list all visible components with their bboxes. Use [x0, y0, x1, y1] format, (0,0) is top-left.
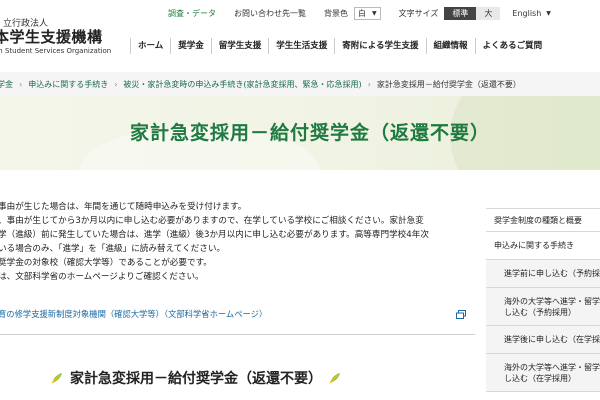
breadcrumb-item[interactable]: 学金 [0, 79, 13, 90]
breadcrumb-current: 家計急変採用－給付奨学金（返還不要） [376, 79, 521, 89]
main-content: 事由が生じた場合は、年間を通じて随時申込みを受け付けます。 、事由が生じてから3… [0, 200, 475, 284]
nav-item-international[interactable]: 留学生支援 [210, 38, 269, 54]
section-divider [0, 334, 475, 335]
font-size-control: 文字サイズ 標準 大 [398, 6, 501, 20]
bg-color-label: 背景色 [324, 8, 348, 18]
breadcrumb-item[interactable]: 被災・家計急変時の申込み手続き(家計急変採用、緊急・応急採用) [123, 79, 361, 90]
body-text-line: 学（進級）前に発生していた場合は、進学（進級）後3か月以内に申し込む必要がありま… [0, 230, 429, 240]
page-title: 家計急変採用－給付奨学金（返還不要） [130, 122, 491, 144]
sidebar-nav: 奨学金制度の種類と概要 申込みに関する手続き 進学前に申し込む（予約採 海外の大… [486, 200, 600, 400]
external-link-icon [456, 310, 466, 319]
nav-item-faq[interactable]: よくあるご質問 [474, 38, 550, 54]
sidebar-item-overview[interactable]: 奨学金制度の種類と概要 [486, 208, 600, 232]
page-title-band: 家計急変採用－給付奨学金（返還不要） [0, 96, 600, 170]
logo-line-3: an Student Services Organization [0, 47, 112, 55]
body-text-line: 、事由が生じてから3か月以内に申し込む必要がありますので、在学している学校にご相… [0, 216, 424, 226]
contact-list-link[interactable]: お問い合わせ先一覧 [234, 8, 306, 19]
font-size-standard-button[interactable]: 標準 [444, 6, 477, 20]
leaf-decoration-icon [329, 373, 340, 384]
nav-item-organization[interactable]: 組織情報 [425, 38, 475, 54]
chevron-down-icon: ▼ [372, 9, 377, 17]
breadcrumb: 学金 › 申込みに関する手続き › 被災・家計急変時の申込み手続き(家計急変採用… [0, 72, 600, 96]
bg-color-select[interactable]: 白 ▼ [354, 6, 381, 20]
nav-item-scholarship[interactable]: 奨学金 [170, 38, 211, 54]
sidebar-item-overseas-reservation[interactable]: 海外の大学等へ進学・留学し込む（予約採用） [486, 288, 600, 326]
font-size-label: 文字サイズ [398, 8, 439, 18]
site-logo[interactable]: 立行政法人 本学生支援機構 an Student Services Organi… [0, 16, 111, 55]
mext-confirmed-institutions-link[interactable]: 育の修学支援新制度対象機関（確認大学等）（文部科学省ホームページ） [0, 308, 470, 320]
body-text-line: 事由が生じた場合は、年間を通じて随時申込みを受け付けます。 [0, 202, 247, 212]
utility-bar: 調査・データ お問い合わせ先一覧 背景色 白 ▼ 文字サイズ 標準 大 Engl… [168, 6, 551, 20]
body-text-line: は、文部科学省のホームページよりご確認ください。 [0, 272, 204, 282]
nav-item-home[interactable]: ホーム [130, 38, 170, 54]
sidebar-item-reservation[interactable]: 進学前に申し込む（予約採 [486, 260, 600, 288]
body-text-line: 奨学金の対象校（確認大学等）であることが必要です。 [0, 258, 212, 268]
global-nav: ホーム 奨学金 留学生支援 学生生活支援 寄附による学生支援 組織情報 よくある… [130, 34, 600, 58]
research-data-link[interactable]: 調査・データ [168, 8, 216, 19]
sidebar-item-overseas-enrolled[interactable]: 海外の大学等へ進学・留学し込む（在学採用） [486, 354, 600, 392]
breadcrumb-item[interactable]: 申込みに関する手続き [28, 79, 108, 90]
chevron-right-icon: › [19, 79, 23, 89]
logo-line-2: 本学生支援機構 [0, 28, 103, 46]
section-heading: 家計急変採用－給付奨学金（返還不要） [50, 368, 342, 388]
leaf-decoration-icon [51, 373, 62, 384]
chevron-down-icon: ▼ [546, 9, 551, 17]
body-text-line: いる場合のみ、「進学」を「進級」に読み替えてください。 [0, 244, 226, 254]
nav-item-student-life[interactable]: 学生生活支援 [268, 38, 334, 54]
chevron-right-icon: › [367, 79, 371, 89]
nav-item-donation[interactable]: 寄附による学生支援 [334, 38, 425, 54]
sidebar-item-enrolled[interactable]: 進学後に申し込む（在学採 [486, 326, 600, 354]
chevron-right-icon: › [114, 79, 118, 89]
site-header: 立行政法人 本学生支援機構 an Student Services Organi… [0, 0, 600, 70]
font-size-large-button[interactable]: 大 [476, 6, 501, 20]
language-switch[interactable]: English ▼ [512, 9, 551, 18]
bg-color-control: 背景色 白 ▼ [324, 6, 381, 20]
sidebar-item-procedures[interactable]: 申込みに関する手続き [486, 232, 600, 260]
